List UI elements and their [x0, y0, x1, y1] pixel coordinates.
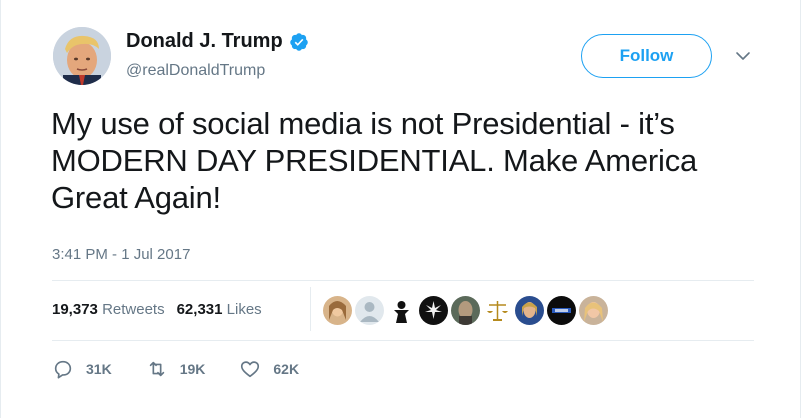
author-handle[interactable]: @realDonaldTrump [126, 62, 265, 80]
liker-avatar[interactable] [387, 296, 416, 325]
engagement-stats: 19,373 Retweets 62,331 Likes [52, 301, 262, 318]
follow-button[interactable]: Follow [581, 34, 712, 78]
chevron-down-icon[interactable] [735, 48, 751, 64]
reply-icon [54, 360, 72, 379]
like-button[interactable]: 62K [239, 358, 299, 380]
tweet-card: Donald J. Trump @realDonaldTrump Follow … [0, 0, 801, 418]
liker-avatar[interactable] [547, 296, 576, 325]
liker-avatar[interactable] [579, 296, 608, 325]
liker-avatar[interactable] [483, 296, 512, 325]
tweet-timestamp[interactable]: 3:41 PM - 1 Jul 2017 [52, 246, 190, 263]
author-name[interactable]: Donald J. Trump [126, 30, 283, 53]
author-avatar[interactable] [53, 27, 111, 85]
retweet-button[interactable]: 19K [146, 358, 206, 380]
reply-count: 31K [86, 361, 112, 377]
liker-avatars [323, 296, 608, 325]
liker-avatar[interactable] [515, 296, 544, 325]
likes-count: 62,331 [176, 301, 223, 318]
stats-separator [310, 287, 311, 331]
liker-avatar[interactable] [355, 296, 384, 325]
liker-avatar[interactable] [451, 296, 480, 325]
heart-icon [241, 361, 260, 378]
retweets-stat[interactable]: 19,373 Retweets [52, 301, 165, 318]
liker-avatar[interactable] [419, 296, 448, 325]
verified-badge-icon [289, 32, 308, 51]
likes-stat[interactable]: 62,331 Likes [177, 301, 262, 318]
liker-avatar[interactable] [323, 296, 352, 325]
retweets-label: Retweets [102, 301, 165, 318]
like-count: 62K [273, 361, 300, 377]
likes-label: Likes [226, 301, 262, 318]
author-name-row: Donald J. Trump [126, 30, 309, 53]
retweets-count: 19,373 [52, 301, 98, 318]
tweet-text: My use of social media is not Presidenti… [51, 106, 698, 215]
tweet-actions: 31K 19K 62K [52, 358, 333, 380]
divider [52, 340, 754, 341]
retweet-icon [149, 361, 164, 377]
divider [52, 280, 754, 281]
reply-button[interactable]: 31K [52, 358, 112, 380]
retweet-count: 19K [179, 361, 206, 377]
